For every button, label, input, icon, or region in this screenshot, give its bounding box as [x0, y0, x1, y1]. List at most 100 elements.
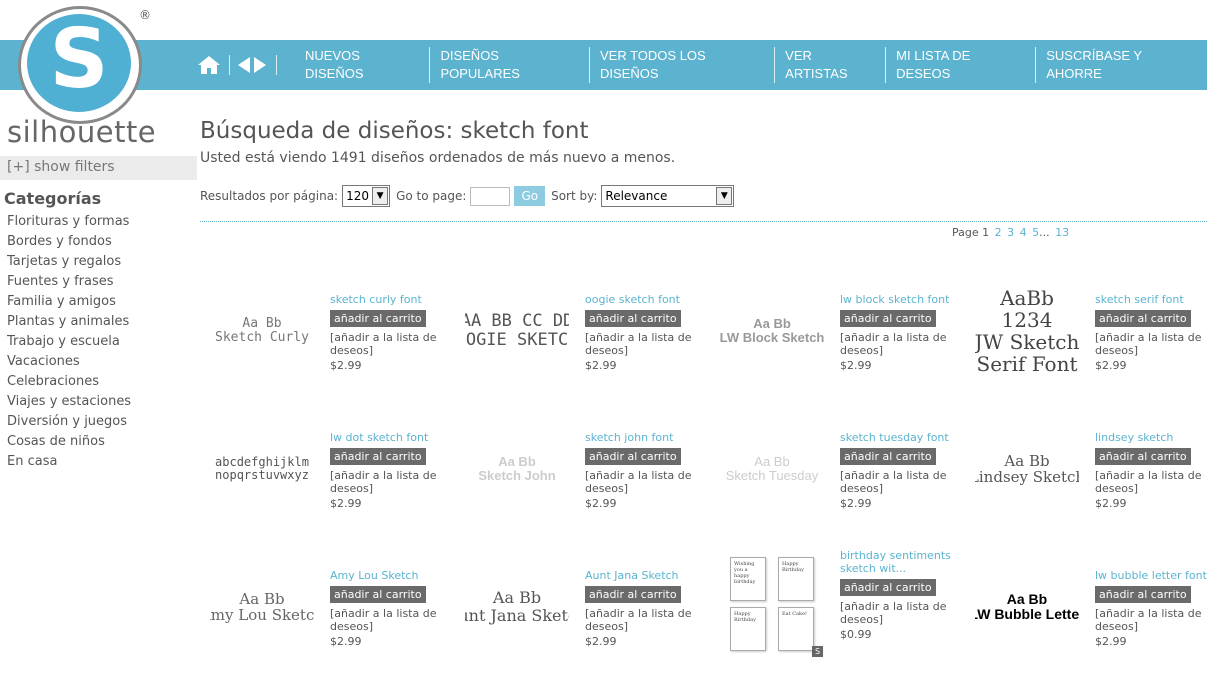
category-item[interactable]: Vacaciones: [7, 353, 131, 373]
pager-link[interactable]: 4: [1020, 226, 1027, 239]
product-card: Aa Bb Aunt Jana Sketch Aunt Jana Sketch añ…: [465, 555, 720, 675]
nav-ver-todos[interactable]: VER TODOS LOS DISEÑOS: [588, 47, 774, 83]
product-info: sketch curly font añadir al carrito [añadi…: [330, 293, 462, 372]
category-item[interactable]: Trabajo y escuela: [7, 333, 131, 353]
pager-link-last[interactable]: 13: [1055, 226, 1069, 239]
product-card: Wishing you a happy birthday Happy Birthd…: [720, 549, 975, 675]
add-to-cart-button[interactable]: añadir al carrito: [330, 586, 426, 603]
goto-page-input[interactable]: [470, 186, 511, 206]
back-arrow-icon[interactable]: [236, 55, 252, 75]
product-thumbnail[interactable]: Aa Bb Amy Lou Sketch: [210, 555, 314, 659]
show-filters-toggle[interactable]: [+] show filters: [0, 156, 197, 180]
category-item[interactable]: Fuentes y frases: [7, 273, 131, 293]
product-thumbnail[interactable]: Aa Bb Sketch Tuesday: [720, 417, 824, 521]
silhouette-badge-icon: S: [812, 646, 823, 657]
add-to-wishlist-link[interactable]: [añadir a la lista de deseos]: [585, 469, 717, 495]
add-to-wishlist-link[interactable]: [añadir a la lista de deseos]: [330, 331, 462, 357]
add-to-wishlist-link[interactable]: [añadir a la lista de deseos]: [840, 331, 972, 357]
add-to-wishlist-link[interactable]: [añadir a la lista de deseos]: [585, 607, 717, 633]
category-item[interactable]: Celebraciones: [7, 373, 131, 393]
product-name-link[interactable]: lindsey sketch: [1095, 431, 1207, 444]
font-preview-text: Aa Bb LW Block Sketch: [720, 315, 824, 345]
logo-badge: S: [27, 14, 131, 112]
product-name-link[interactable]: oogie sketch font: [585, 293, 717, 306]
nav-disenos-populares[interactable]: DISEÑOS POPULARES: [429, 47, 589, 83]
add-to-cart-button[interactable]: añadir al carrito: [585, 586, 681, 603]
product-info: Aunt Jana Sketch añadir al carrito [añadir…: [585, 569, 717, 648]
category-item[interactable]: Cosas de niños: [7, 433, 131, 453]
product-thumbnail[interactable]: Aa Bb Sketch John: [465, 417, 569, 521]
add-to-cart-button[interactable]: añadir al carrito: [840, 579, 936, 596]
product-name-link[interactable]: lw dot sketch font: [330, 431, 462, 444]
brand-name[interactable]: silhouette: [7, 115, 156, 149]
product-thumbnail[interactable]: Aa Bb Sketch Curly: [210, 279, 314, 383]
product-name-link[interactable]: sketch curly font: [330, 293, 462, 306]
add-to-cart-button[interactable]: añadir al carrito: [330, 310, 426, 327]
product-card: Aa Bb LW Block Sketch lw block sketch fon…: [720, 279, 975, 399]
product-price: $2.99: [840, 359, 872, 372]
add-to-wishlist-link[interactable]: [añadir a la lista de deseos]: [330, 469, 462, 495]
sort-select[interactable]: Relevance ▼: [601, 185, 735, 207]
add-to-wishlist-link[interactable]: [añadir a la lista de deseos]: [330, 607, 462, 633]
pager-link[interactable]: 2: [995, 226, 1002, 239]
page-title: Búsqueda de diseños: sketch font: [200, 118, 589, 144]
product-name-link[interactable]: Amy Lou Sketch: [330, 569, 462, 582]
category-item[interactable]: Plantas y animales: [7, 313, 131, 333]
chevron-down-icon: ▼: [372, 187, 389, 205]
add-to-wishlist-link[interactable]: [añadir a la lista de deseos]: [1095, 607, 1207, 633]
forward-arrow-icon[interactable]: [252, 55, 268, 75]
product-thumbnail[interactable]: AaBb 1234 JW Sketch Serif Font: [975, 279, 1079, 383]
category-item[interactable]: Diversión y juegos: [7, 413, 131, 433]
add-to-cart-button[interactable]: añadir al carrito: [585, 448, 681, 465]
add-to-cart-button[interactable]: añadir al carrito: [1095, 310, 1191, 327]
product-name-link[interactable]: Aunt Jana Sketch: [585, 569, 717, 582]
product-name-link[interactable]: lw bubble letter font: [1095, 569, 1207, 582]
add-to-wishlist-link[interactable]: [añadir a la lista de deseos]: [840, 469, 972, 495]
product-price: $0.99: [840, 628, 872, 641]
add-to-cart-button[interactable]: añadir al carrito: [585, 310, 681, 327]
category-item[interactable]: Tarjetas y regalos: [7, 253, 131, 273]
product-price: $2.99: [585, 359, 617, 372]
nav-lista-deseos[interactable]: MI LISTA DE DESEOS: [885, 47, 1035, 83]
pager-link[interactable]: 3: [1007, 226, 1014, 239]
add-to-wishlist-link[interactable]: [añadir a la lista de deseos]: [1095, 331, 1207, 357]
add-to-cart-button[interactable]: añadir al carrito: [840, 310, 936, 327]
nav-suscribase[interactable]: SUSCRÍBASE Y AHORRE: [1035, 47, 1207, 83]
category-item[interactable]: Florituras y formas: [7, 213, 131, 233]
chevron-down-icon: ▼: [716, 187, 733, 205]
home-icon[interactable]: [197, 55, 221, 75]
add-to-cart-button[interactable]: añadir al carrito: [840, 448, 936, 465]
add-to-cart-button[interactable]: añadir al carrito: [1095, 586, 1191, 603]
product-info: lw dot sketch font añadir al carrito [añad…: [330, 431, 462, 510]
product-thumbnail[interactable]: Aa Bb Aunt Jana Sketch: [465, 555, 569, 659]
product-thumbnail[interactable]: Wishing you a happy birthday Happy Birthd…: [720, 555, 824, 659]
product-name-link[interactable]: lw block sketch font: [840, 293, 972, 306]
product-thumbnail[interactable]: abcdefghijklm nopqrstuvwxyz: [210, 417, 314, 521]
nav-ver-artistas[interactable]: VER ARTISTAS: [774, 47, 885, 83]
add-to-wishlist-link[interactable]: [añadir a la lista de deseos]: [585, 331, 717, 357]
product-name-link[interactable]: birthday sentiments sketch wit...: [840, 549, 972, 575]
product-name-link[interactable]: sketch tuesday font: [840, 431, 972, 444]
font-preview-text: AA BB CC DD OOGIE SKETCH: [465, 311, 569, 350]
category-item[interactable]: Viajes y estaciones: [7, 393, 131, 413]
silhouette-logo[interactable]: S ®: [14, 4, 151, 124]
per-page-select[interactable]: 120 ▼: [342, 185, 391, 207]
product-thumbnail[interactable]: Aa Bb Lindsey Sketch: [975, 417, 1079, 521]
category-item[interactable]: Bordes y fondos: [7, 233, 131, 253]
category-item[interactable]: En casa: [7, 453, 131, 473]
add-to-cart-button[interactable]: añadir al carrito: [330, 448, 426, 465]
registered-mark: ®: [139, 8, 151, 22]
go-button[interactable]: Go: [514, 186, 546, 206]
product-thumbnail[interactable]: AA BB CC DD OOGIE SKETCH: [465, 279, 569, 383]
category-item[interactable]: Familia y amigos: [7, 293, 131, 313]
product-name-link[interactable]: sketch serif font: [1095, 293, 1207, 306]
nav-nuevos-disenos[interactable]: NUEVOS DISEÑOS: [295, 47, 429, 83]
add-to-cart-button[interactable]: añadir al carrito: [1095, 448, 1191, 465]
product-thumbnail[interactable]: Aa Bb LW Bubble Letter: [975, 555, 1079, 659]
product-thumbnail[interactable]: Aa Bb LW Block Sketch: [720, 279, 824, 383]
divider: [200, 221, 1207, 222]
product-info: sketch john font añadir al carrito [añadir…: [585, 431, 717, 510]
add-to-wishlist-link[interactable]: [añadir a la lista de deseos]: [840, 600, 972, 626]
product-name-link[interactable]: sketch john font: [585, 431, 717, 444]
add-to-wishlist-link[interactable]: [añadir a la lista de deseos]: [1095, 469, 1207, 495]
